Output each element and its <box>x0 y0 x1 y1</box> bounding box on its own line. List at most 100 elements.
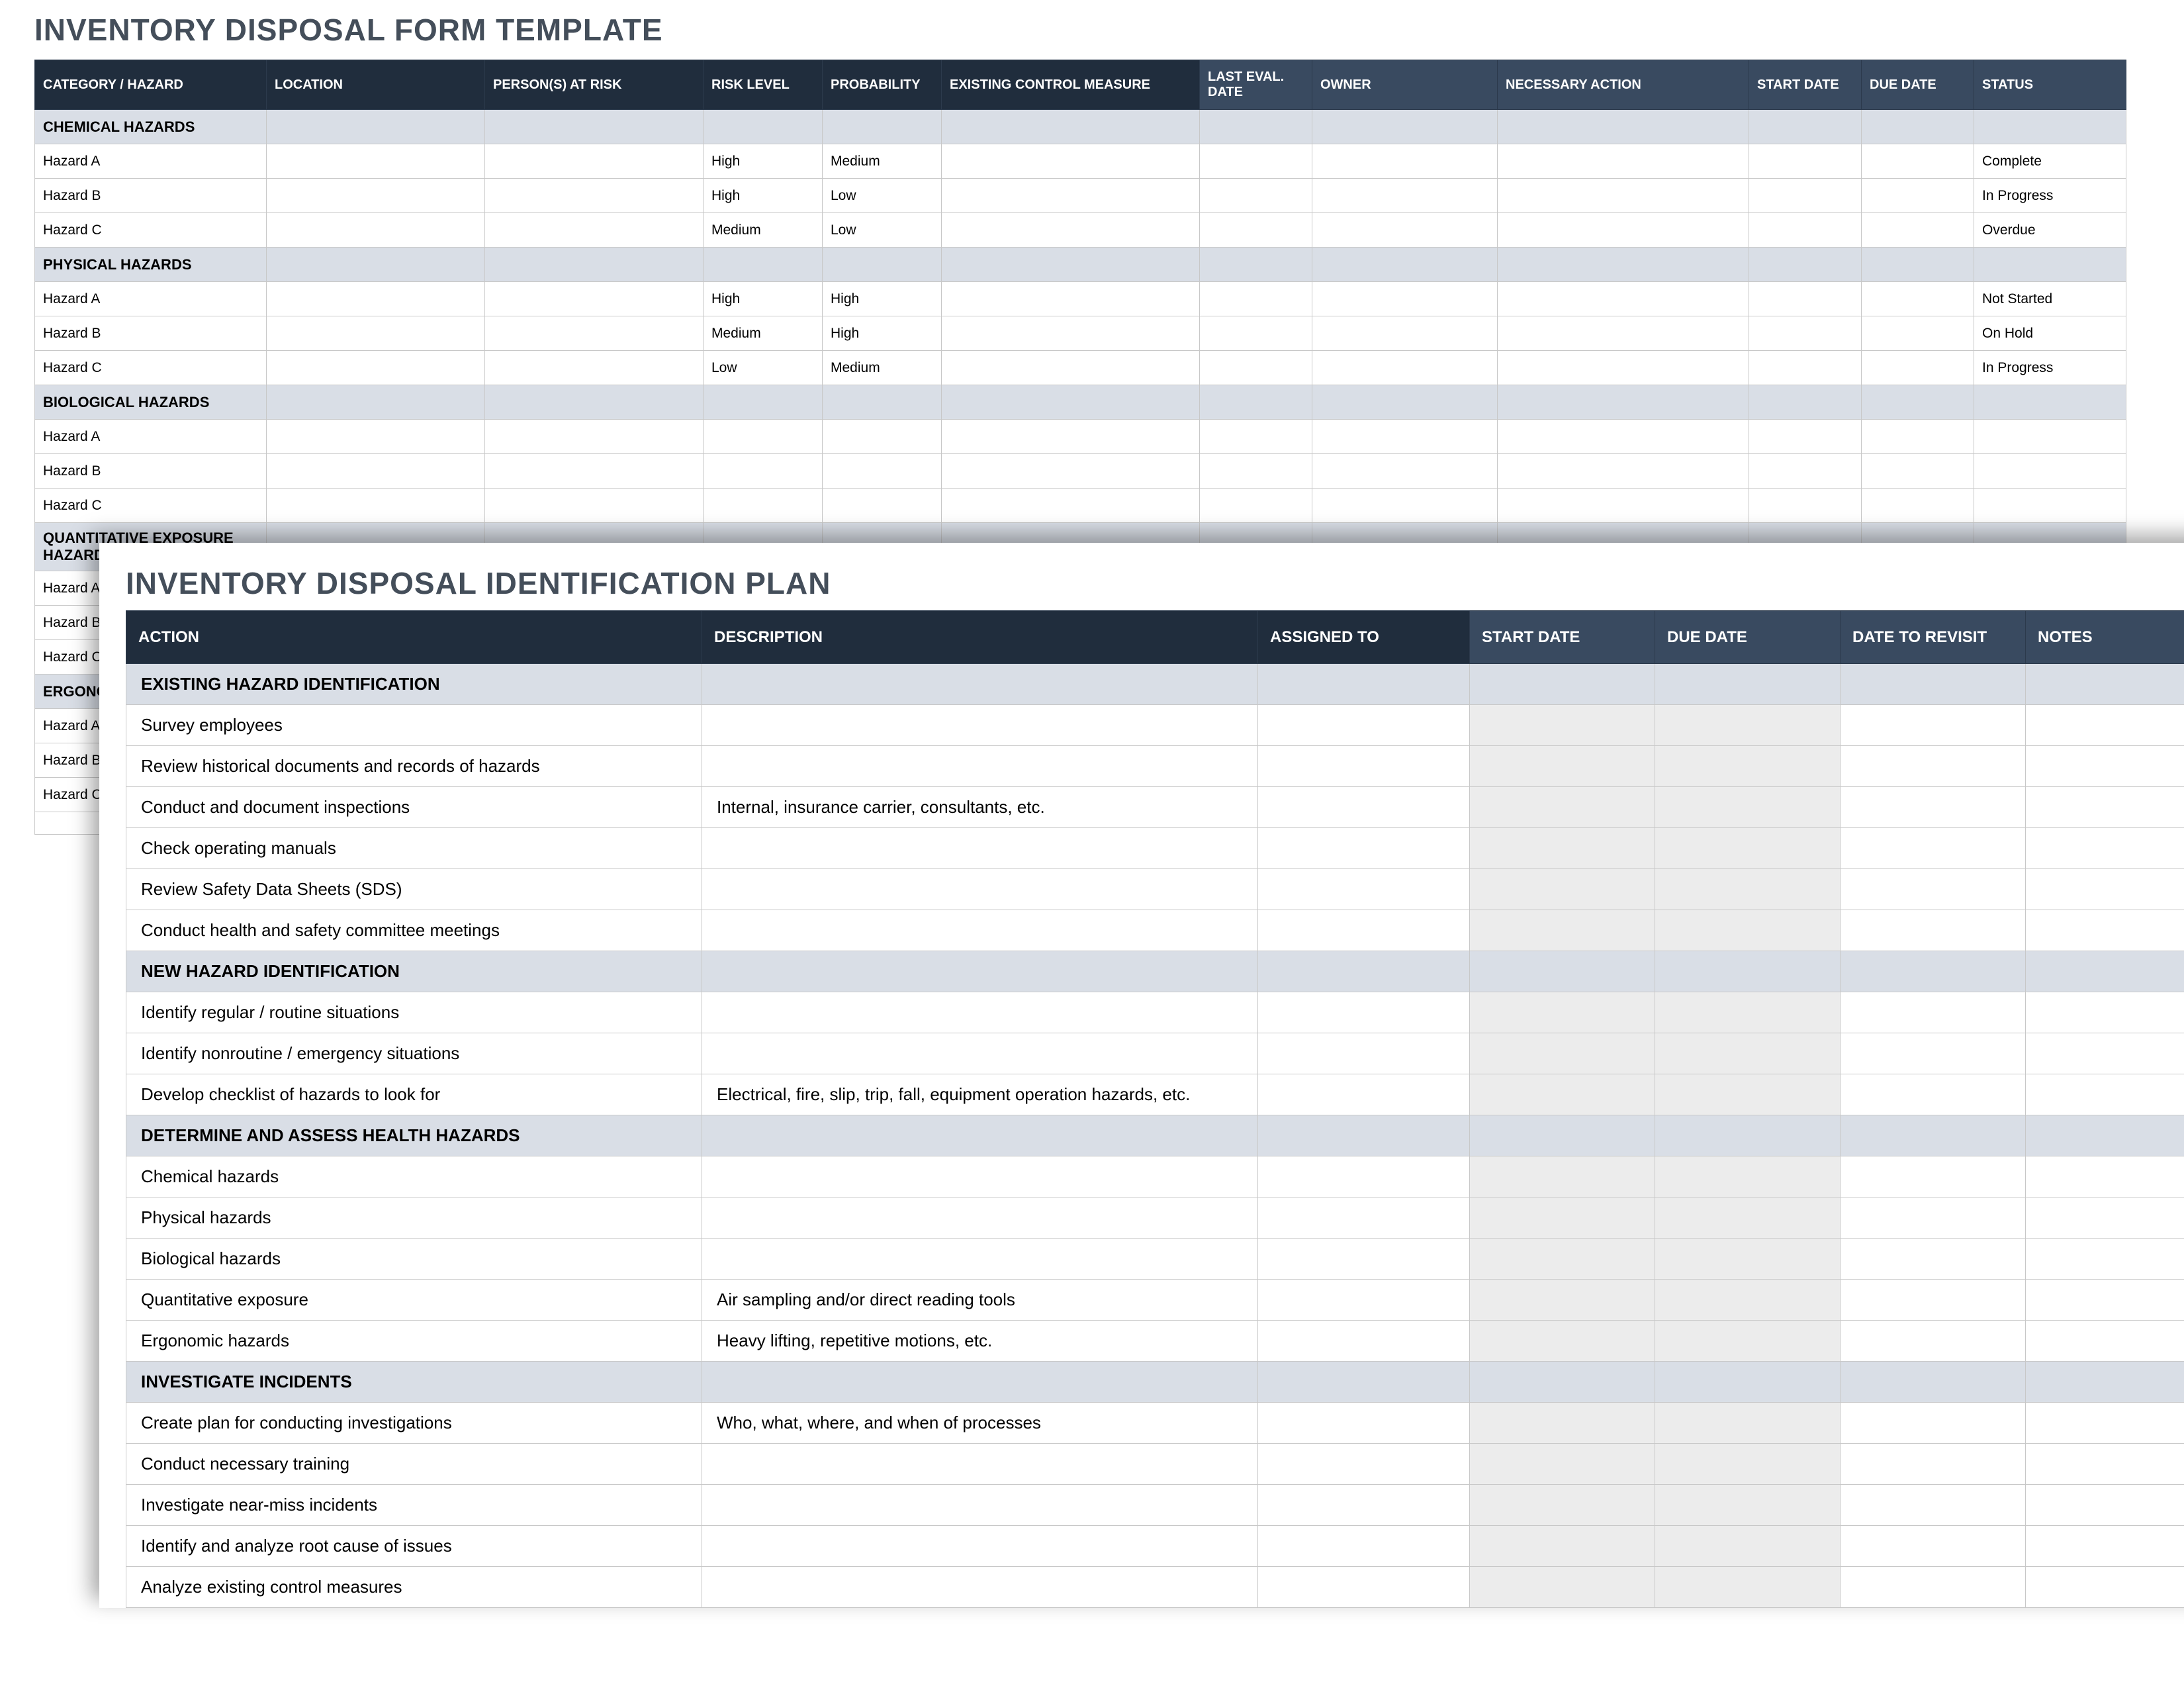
table-row: Ergonomic hazards Heavy lifting, repetit… <box>126 1321 2184 1362</box>
section-label: CHEMICAL HAZARDS <box>35 110 267 144</box>
action-cell: Ergonomic hazards <box>126 1321 702 1362</box>
risk-level-cell: Medium <box>704 213 823 248</box>
table-row: Hazard A <box>35 420 2126 454</box>
action-cell: Develop checklist of hazards to look for <box>126 1074 702 1115</box>
hazard-name: Hazard C <box>35 213 267 248</box>
col-notes: NOTES <box>2026 611 2184 664</box>
action-cell: Conduct necessary training <box>126 1444 702 1485</box>
risk-level-cell: High <box>704 179 823 213</box>
col-last-eval: LAST EVAL. DATE <box>1200 60 1312 110</box>
col-action: ACTION <box>126 611 702 664</box>
table-row: Identify and analyze root cause of issue… <box>126 1526 2184 1567</box>
col-due-date: DUE DATE <box>1862 60 1974 110</box>
col-start-date: START DATE <box>1470 611 1655 664</box>
probability-cell: Medium <box>823 351 942 385</box>
section-label: BIOLOGICAL HAZARDS <box>35 385 267 420</box>
hazard-name: Hazard C <box>35 351 267 385</box>
probability-cell: Low <box>823 179 942 213</box>
identification-plan-title: INVENTORY DISPOSAL IDENTIFICATION PLAN <box>126 565 2184 601</box>
action-cell: Quantitative exposure <box>126 1280 702 1321</box>
status-cell: Not Started <box>1974 282 2126 316</box>
description-cell: Air sampling and/or direct reading tools <box>702 1280 1258 1321</box>
risk-level-cell: High <box>704 144 823 179</box>
action-cell: Conduct and document inspections <box>126 787 702 828</box>
action-cell: Identify regular / routine situations <box>126 992 702 1033</box>
section-new-hazard: NEW HAZARD IDENTIFICATION <box>126 951 2184 992</box>
section-existing-hazard: EXISTING HAZARD IDENTIFICATION <box>126 664 2184 705</box>
hazard-name: Hazard A <box>35 420 267 454</box>
risk-level-cell: Medium <box>704 316 823 351</box>
action-cell: Biological hazards <box>126 1239 702 1280</box>
section-determine-assess: DETERMINE AND ASSESS HEALTH HAZARDS <box>126 1115 2184 1156</box>
section-chemical: CHEMICAL HAZARDS <box>35 110 2126 144</box>
identification-plan-panel: INVENTORY DISPOSAL IDENTIFICATION PLAN A… <box>99 543 2184 1608</box>
description-cell: Who, what, where, and when of processes <box>702 1403 1258 1444</box>
col-existing-control: EXISTING CONTROL MEASURE <box>942 60 1200 110</box>
risk-level-cell: Low <box>704 351 823 385</box>
status-cell: In Progress <box>1974 351 2126 385</box>
col-location: LOCATION <box>267 60 485 110</box>
table-row: Hazard A High Medium Complete <box>35 144 2126 179</box>
status-cell: Overdue <box>1974 213 2126 248</box>
description-cell: Electrical, fire, slip, trip, fall, equi… <box>702 1074 1258 1115</box>
col-start-date: START DATE <box>1749 60 1862 110</box>
probability-cell: Medium <box>823 144 942 179</box>
action-cell: Create plan for conducting investigation… <box>126 1403 702 1444</box>
probability-cell: High <box>823 316 942 351</box>
col-category: CATEGORY / HAZARD <box>35 60 267 110</box>
section-biological: BIOLOGICAL HAZARDS <box>35 385 2126 420</box>
hazard-name: Hazard B <box>35 179 267 213</box>
hazard-name: Hazard A <box>35 282 267 316</box>
action-cell: Conduct health and safety committee meet… <box>126 910 702 951</box>
action-cell: Survey employees <box>126 705 702 746</box>
table-row: Hazard B High Low In Progress <box>35 179 2126 213</box>
action-cell: Chemical hazards <box>126 1156 702 1197</box>
table-row: Identify nonroutine / emergency situatio… <box>126 1033 2184 1074</box>
action-cell: Review historical documents and records … <box>126 746 702 787</box>
table-row: Check operating manuals <box>126 828 2184 869</box>
status-cell: In Progress <box>1974 179 2126 213</box>
col-risk: RISK LEVEL <box>704 60 823 110</box>
table-row: Hazard B <box>35 454 2126 489</box>
table-row: Hazard C Low Medium In Progress <box>35 351 2126 385</box>
table-row: Survey employees <box>126 705 2184 746</box>
table-row: Investigate near-miss incidents <box>126 1485 2184 1526</box>
action-cell: Physical hazards <box>126 1197 702 1239</box>
table-row: Quantitative exposure Air sampling and/o… <box>126 1280 2184 1321</box>
section-label: NEW HAZARD IDENTIFICATION <box>126 951 702 992</box>
action-cell: Identify and analyze root cause of issue… <box>126 1526 702 1567</box>
table-row: Chemical hazards <box>126 1156 2184 1197</box>
hazard-name: Hazard B <box>35 454 267 489</box>
table-row: Create plan for conducting investigation… <box>126 1403 2184 1444</box>
action-cell: Identify nonroutine / emergency situatio… <box>126 1033 702 1074</box>
form-template-title: INVENTORY DISPOSAL FORM TEMPLATE <box>34 12 2126 48</box>
table-row: Hazard C Medium Low Overdue <box>35 213 2126 248</box>
table-row: Identify regular / routine situations <box>126 992 2184 1033</box>
table-row: Conduct health and safety committee meet… <box>126 910 2184 951</box>
table-row: Conduct and document inspections Interna… <box>126 787 2184 828</box>
risk-level-cell: High <box>704 282 823 316</box>
table-header-row: CATEGORY / HAZARD LOCATION PERSON(S) AT … <box>35 60 2126 110</box>
action-cell: Analyze existing control measures <box>126 1567 702 1608</box>
table-row: Develop checklist of hazards to look for… <box>126 1074 2184 1115</box>
col-owner: OWNER <box>1312 60 1498 110</box>
section-label: INVESTIGATE INCIDENTS <box>126 1362 702 1403</box>
col-description: DESCRIPTION <box>702 611 1258 664</box>
section-investigate: INVESTIGATE INCIDENTS <box>126 1362 2184 1403</box>
section-label: EXISTING HAZARD IDENTIFICATION <box>126 664 702 705</box>
section-label: DETERMINE AND ASSESS HEALTH HAZARDS <box>126 1115 702 1156</box>
hazard-name: Hazard B <box>35 316 267 351</box>
table-row: Hazard A High High Not Started <box>35 282 2126 316</box>
action-cell: Review Safety Data Sheets (SDS) <box>126 869 702 910</box>
section-physical: PHYSICAL HAZARDS <box>35 248 2126 282</box>
table-row: Hazard B Medium High On Hold <box>35 316 2126 351</box>
table-row: Conduct necessary training <box>126 1444 2184 1485</box>
probability-cell: High <box>823 282 942 316</box>
identification-plan-table: ACTION DESCRIPTION ASSIGNED TO START DAT… <box>126 610 2184 1608</box>
hazard-name: Hazard C <box>35 489 267 523</box>
col-status: STATUS <box>1974 60 2126 110</box>
col-due-date: DUE DATE <box>1655 611 1841 664</box>
table-row: Analyze existing control measures <box>126 1567 2184 1608</box>
table-row: Review historical documents and records … <box>126 746 2184 787</box>
table-row: Biological hazards <box>126 1239 2184 1280</box>
